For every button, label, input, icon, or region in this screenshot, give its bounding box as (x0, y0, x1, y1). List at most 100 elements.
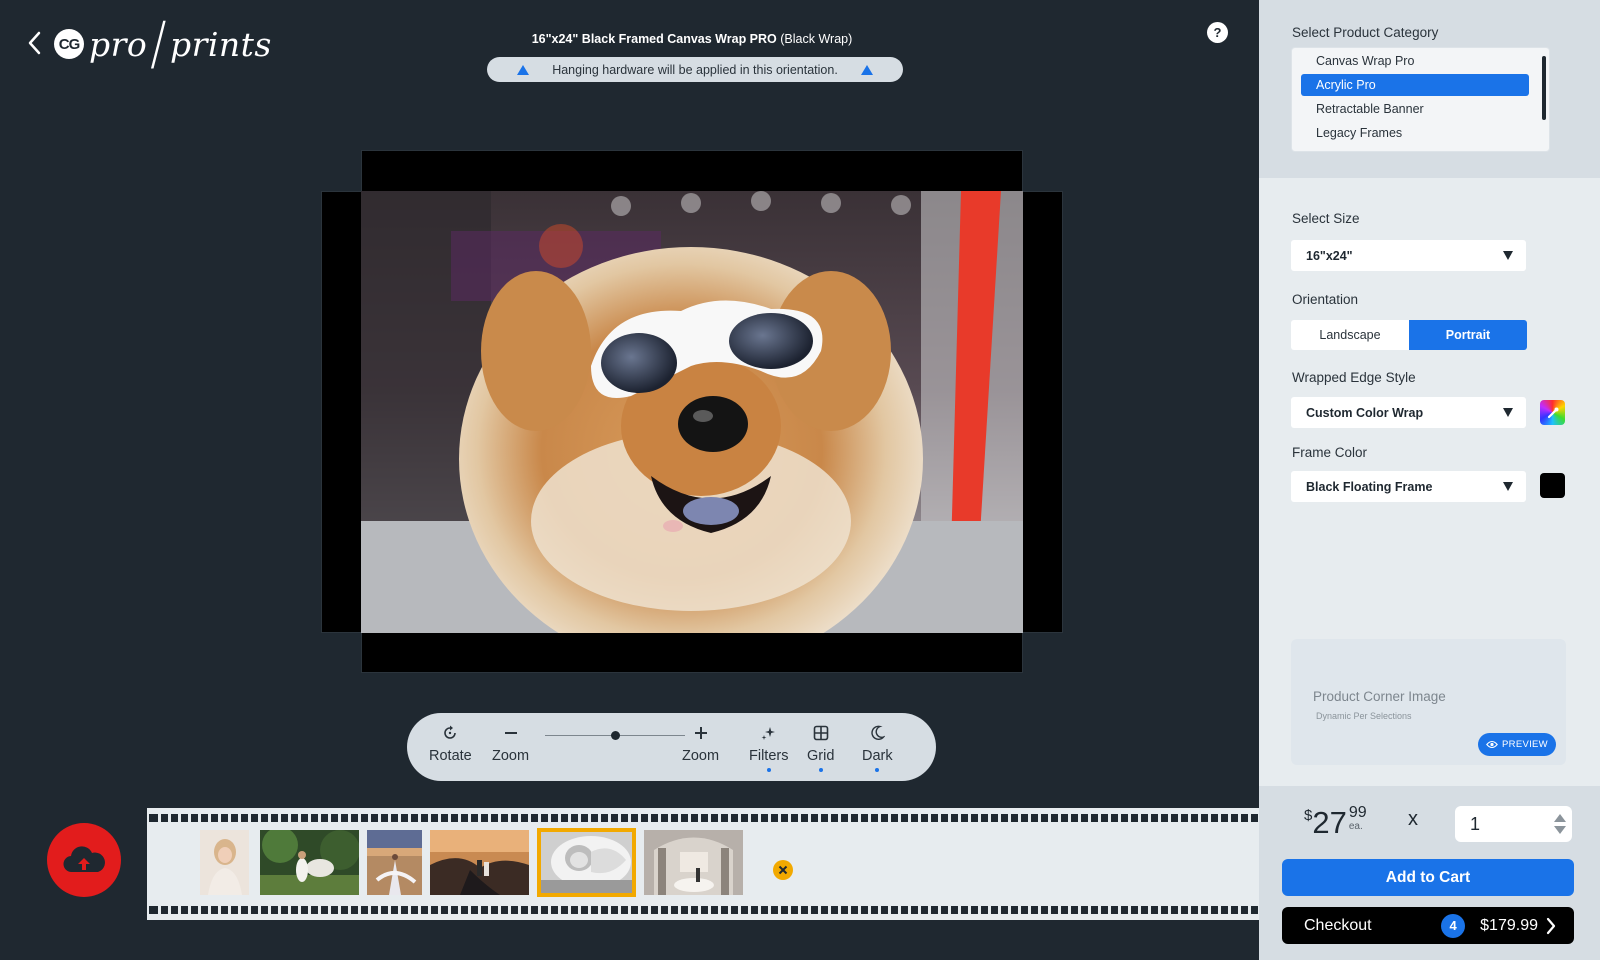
thumbnail-image (644, 830, 743, 895)
category-option[interactable]: Legacy Frames (1301, 122, 1529, 144)
price-dollars: 27 (1312, 805, 1347, 840)
color-picker-button[interactable] (1540, 400, 1565, 425)
rotate-button[interactable]: Rotate (429, 723, 472, 764)
arrow-down-icon[interactable] (1554, 826, 1566, 834)
zoom-out-label: Zoom (492, 748, 530, 764)
quantity-stepper[interactable]: 1 (1455, 806, 1572, 842)
zoom-in-button[interactable]: Zoom (682, 723, 719, 764)
grid-icon (813, 723, 829, 743)
eye-icon (1486, 740, 1498, 749)
category-label: Select Product Category (1292, 25, 1439, 40)
filters-button[interactable]: Filters (749, 723, 788, 772)
eyedropper-icon (1547, 407, 1558, 418)
edge-style-select-value: Custom Color Wrap (1306, 405, 1424, 420)
editor-toolbar: Rotate Zoom Zoom Filters Grid Dark (407, 713, 936, 781)
category-section: Select Product Category Canvas Wrap Pro … (1259, 0, 1600, 178)
logo-slash: / (150, 10, 167, 78)
cart-section: $ 27 99 ea. x 1 Add to Cart Checkout 4 $… (1259, 786, 1600, 960)
canvas-photo[interactable] (361, 191, 1023, 633)
moon-icon (869, 723, 886, 743)
category-listbox[interactable]: Canvas Wrap Pro Acrylic Pro Retractable … (1291, 47, 1550, 152)
dog-photo-image (361, 191, 1023, 633)
triangle-up-icon (861, 64, 873, 75)
category-option-selected[interactable]: Acrylic Pro (1301, 74, 1529, 96)
filmstrip-thumbnail[interactable] (430, 830, 529, 895)
help-button[interactable]: ? (1207, 22, 1228, 43)
logo-word-left: pro (89, 24, 148, 64)
logo: CG pro / prints (54, 15, 272, 73)
caret-down-icon (1503, 251, 1513, 260)
thumbnail-image (367, 830, 422, 895)
quantity-stepper-arrows[interactable] (1554, 814, 1566, 834)
filmstrip-thumbnail[interactable] (644, 830, 743, 895)
remove-thumbnail-button[interactable] (773, 860, 793, 880)
multiply-sign: x (1408, 808, 1418, 830)
filters-label: Filters (749, 748, 789, 764)
frame-color-select[interactable]: Black Floating Frame (1291, 471, 1526, 502)
thumbnail-image (200, 830, 249, 895)
dark-indicator-dot (875, 768, 880, 772)
thumbnail-image (430, 830, 529, 895)
preview-button[interactable]: PREVIEW (1478, 733, 1556, 756)
edge-style-select[interactable]: Custom Color Wrap (1291, 397, 1526, 428)
corner-image-title: Product Corner Image (1313, 689, 1446, 704)
chevron-left-icon (28, 31, 41, 55)
grid-button[interactable]: Grid (807, 723, 834, 772)
checkout-label: Checkout (1304, 916, 1372, 934)
price-cents: 99 (1348, 804, 1367, 821)
close-icon (778, 865, 788, 875)
triangle-up-icon (517, 64, 529, 75)
photo-filmstrip (147, 808, 1259, 920)
product-title-variant: (Black Wrap) (780, 32, 853, 46)
orientation-landscape-button[interactable]: Landscape (1291, 320, 1409, 350)
filmstrip-thumbnail-selected[interactable] (537, 828, 636, 897)
product-title: 16"x24" Black Framed Canvas Wrap PRO (Bl… (480, 32, 904, 46)
preview-label: PREVIEW (1502, 739, 1548, 750)
filmstrip-thumbnail[interactable] (367, 830, 422, 895)
dark-mode-label: Dark (862, 748, 893, 764)
filmstrip-perforations-top (147, 814, 1259, 822)
filmstrip-perforations-bottom (147, 906, 1259, 914)
frame-color-select-value: Black Floating Frame (1306, 479, 1433, 494)
rotate-icon (442, 723, 458, 743)
filmstrip-thumbnail[interactable] (200, 830, 249, 895)
size-select[interactable]: 16"x24" (1291, 240, 1526, 271)
hanging-notice-text: Hanging hardware will be applied in this… (552, 62, 838, 77)
plus-icon (694, 723, 708, 743)
checkout-button[interactable]: Checkout 4 $179.99 (1282, 907, 1574, 944)
dark-mode-button[interactable]: Dark (862, 723, 893, 772)
filmstrip-thumbnail[interactable] (260, 830, 359, 895)
orientation-portrait-button[interactable]: Portrait (1409, 320, 1527, 350)
upload-button[interactable] (47, 823, 121, 897)
product-title-name: 16"x24" Black Framed Canvas Wrap PRO (531, 32, 777, 46)
thumbnail-image (541, 832, 632, 893)
chevron-right-icon (1546, 917, 1556, 934)
add-to-cart-button[interactable]: Add to Cart (1282, 859, 1574, 896)
thumbnail-image (260, 830, 359, 895)
logo-word-right: prints (169, 24, 272, 64)
zoom-slider-handle[interactable] (610, 731, 620, 740)
arrow-up-icon[interactable] (1554, 814, 1566, 822)
sparkle-icon (761, 723, 777, 743)
category-scrollbar[interactable] (1542, 56, 1546, 120)
category-option[interactable]: Retractable Banner (1301, 98, 1529, 120)
rotate-label: Rotate (429, 748, 472, 764)
edge-style-label: Wrapped Edge Style (1292, 370, 1416, 385)
hanging-notice: Hanging hardware will be applied in this… (487, 57, 903, 82)
cart-count-badge: 4 (1441, 913, 1466, 938)
logo-wordmark: pro / prints (89, 15, 272, 73)
frame-color-swatch[interactable] (1540, 473, 1565, 498)
caret-down-icon (1503, 482, 1513, 491)
quantity-value: 1 (1470, 813, 1481, 834)
orientation-label: Orientation (1292, 292, 1359, 307)
size-label: Select Size (1292, 211, 1360, 226)
size-select-value: 16"x24" (1306, 248, 1353, 263)
back-button[interactable] (22, 28, 46, 58)
product-options-panel: Select Product Category Canvas Wrap Pro … (1259, 0, 1600, 960)
unit-price: $ 27 99 ea. (1304, 804, 1367, 838)
zoom-out-button[interactable]: Zoom (492, 723, 529, 764)
minus-icon (504, 723, 518, 743)
zoom-in-label: Zoom (682, 748, 720, 764)
grid-label: Grid (807, 748, 835, 764)
category-option[interactable]: Canvas Wrap Pro (1301, 50, 1529, 72)
